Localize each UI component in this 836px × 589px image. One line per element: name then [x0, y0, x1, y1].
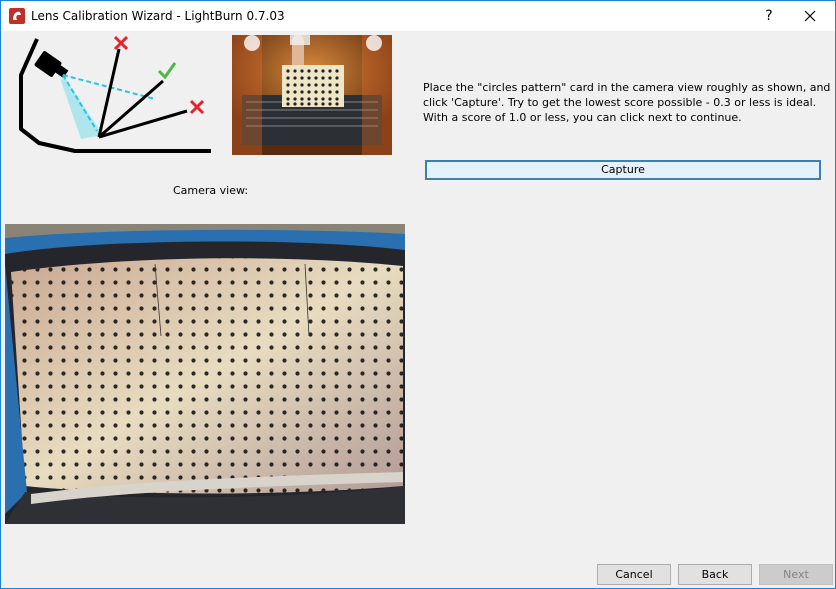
back-button[interactable]: Back [678, 564, 752, 585]
instructions-text: Place the "circles pattern" card in the … [423, 81, 831, 124]
help-button[interactable]: ? [759, 5, 779, 27]
lightburn-logo-icon [9, 8, 25, 24]
cross-icon [189, 99, 205, 115]
cross-icon [113, 35, 129, 51]
example-photo [232, 35, 392, 155]
capture-button[interactable]: Capture [425, 160, 821, 180]
calibration-diagram [19, 35, 211, 153]
example-photo-image [232, 35, 392, 155]
close-icon [804, 10, 816, 22]
camera-view-image [5, 224, 405, 524]
camera-icon [34, 51, 69, 78]
check-icon [157, 62, 177, 80]
next-button[interactable]: Next [759, 564, 833, 585]
lens-calibration-window: Lens Calibration Wizard - LightBurn 0.7.… [0, 0, 836, 589]
camera-view-label: Camera view: [173, 184, 249, 197]
cancel-button[interactable]: Cancel [597, 564, 671, 585]
close-button[interactable] [797, 5, 823, 27]
title-bar: Lens Calibration Wizard - LightBurn 0.7.… [1, 1, 835, 31]
camera-view [5, 224, 405, 524]
window-title: Lens Calibration Wizard - LightBurn 0.7.… [31, 9, 285, 23]
